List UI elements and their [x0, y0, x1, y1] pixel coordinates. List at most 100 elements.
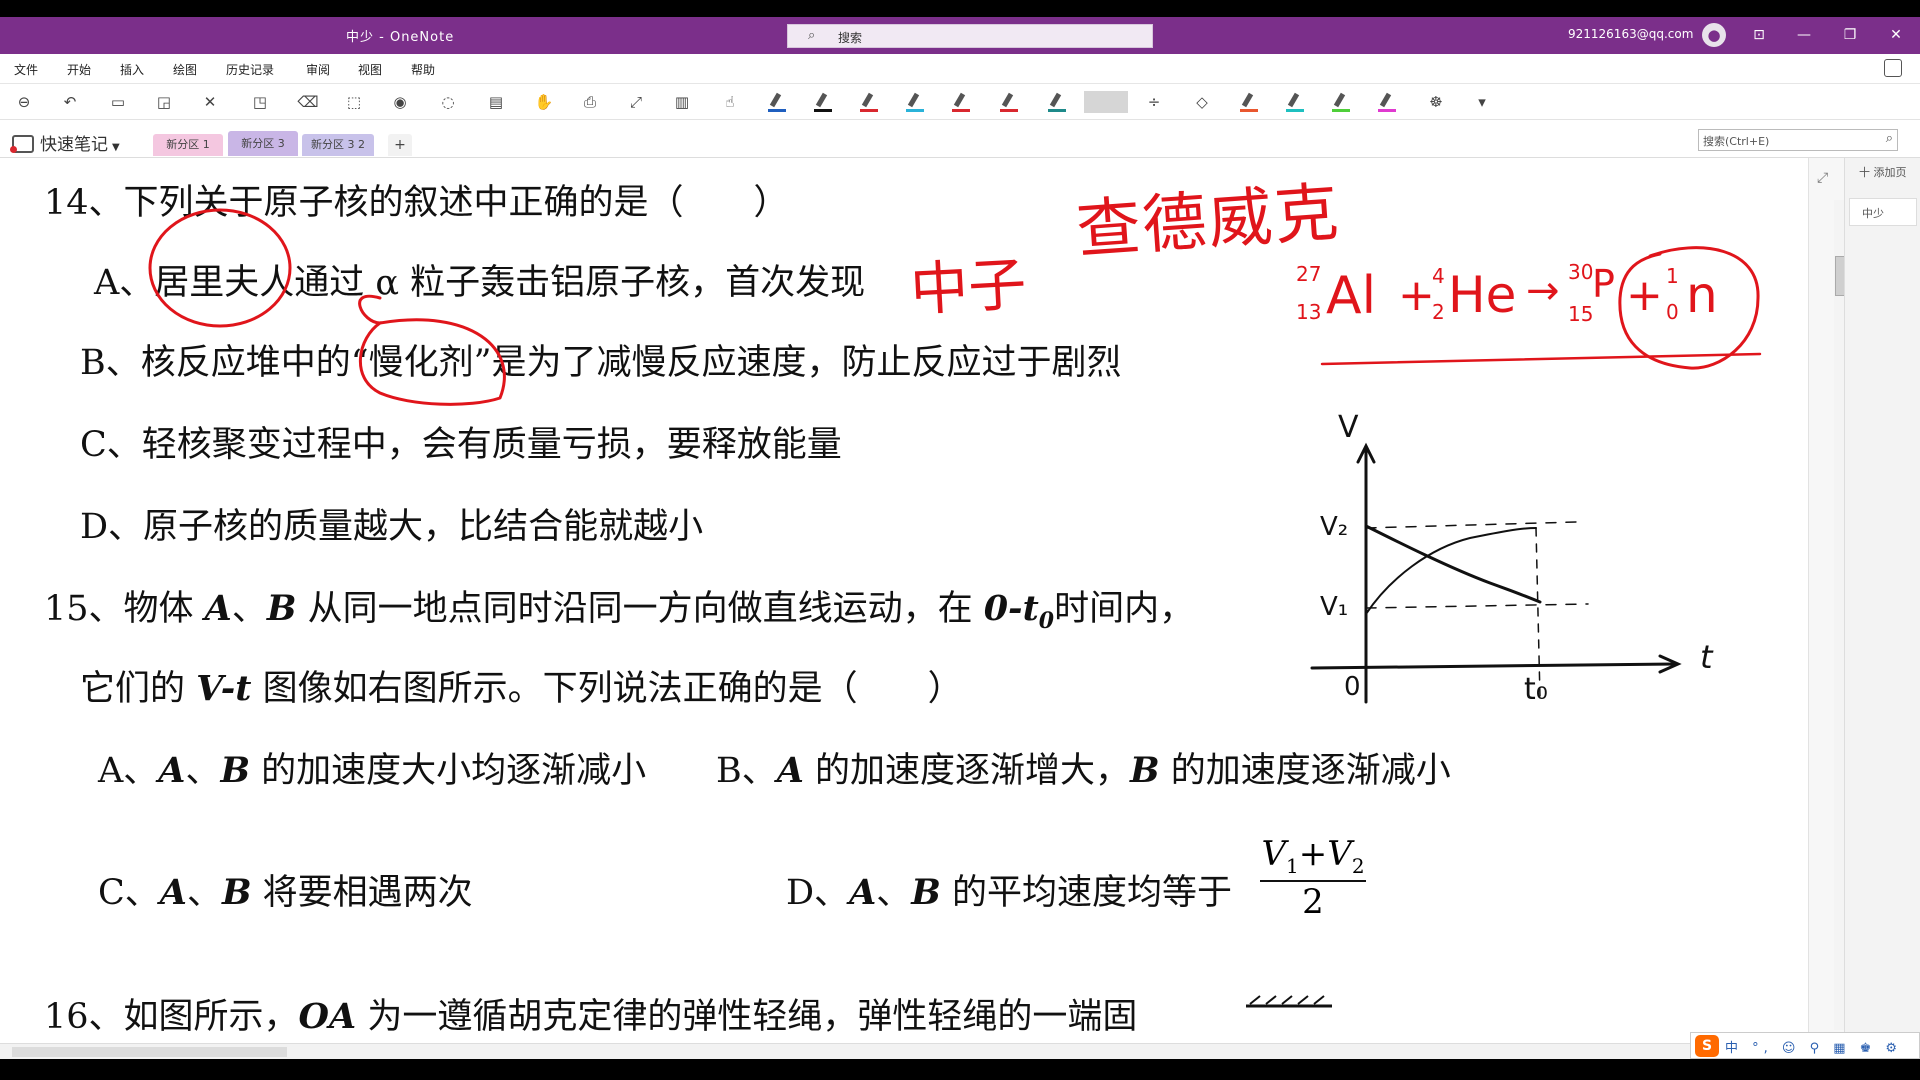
more-icon[interactable]: ▾	[1470, 91, 1494, 113]
draw-toolbar: ⊖ ↶ ▭ ◲ ✕ ◳ ⌫ ⬚ ◉ ◌ ▤ ✋ ⎙ ⤢ ▥ ☝ ÷ ◇ ☸ ▾	[0, 84, 1920, 120]
pen-icon[interactable]	[998, 92, 1020, 113]
touch-icon[interactable]: ☝	[718, 91, 742, 113]
notebook-search-placeholder: 搜索(Ctrl+E)	[1703, 135, 1770, 148]
pen-nib	[1049, 92, 1062, 108]
menu-insert[interactable]: 插入	[120, 61, 144, 78]
pen-color-bar	[768, 109, 786, 112]
menu-bar: 文件 开始 插入 绘图 历史记录 审阅 视图 帮助	[0, 54, 1920, 84]
section-tab-3-2[interactable]: 新分区 3 2	[302, 134, 374, 156]
section-tab-1[interactable]: 新分区 1	[153, 134, 223, 156]
menu-view[interactable]: 视图	[358, 61, 382, 78]
ink-to-shape-icon[interactable]: ⬚	[342, 91, 366, 113]
back-icon[interactable]: ⊖	[12, 91, 36, 113]
pen-icon[interactable]	[766, 92, 788, 113]
pen-icon[interactable]	[950, 92, 972, 113]
notebook-selector[interactable]: 快速笔记 ▼	[10, 130, 120, 155]
search-icon: ⌕	[808, 28, 816, 43]
pen-icon[interactable]	[1376, 92, 1398, 113]
pen-nib	[861, 92, 874, 108]
restore-button[interactable]: ❐	[1836, 23, 1864, 47]
notebook-icon	[10, 135, 34, 153]
pan-icon[interactable]: ✋	[532, 91, 556, 113]
search-icon: ⌕	[1885, 131, 1893, 146]
minimize-button[interactable]: —	[1790, 23, 1818, 47]
pages-panel: 十 添加页 中少	[1844, 158, 1920, 1043]
replay-icon[interactable]: ▥	[670, 91, 694, 113]
pen-color-bar	[814, 109, 832, 112]
pen-nib	[769, 92, 782, 108]
ruler-icon[interactable]: ▤	[484, 91, 508, 113]
menu-history[interactable]: 历史记录	[226, 61, 274, 78]
pen-icon[interactable]	[1330, 92, 1352, 113]
graph-dash-v1	[1365, 603, 1589, 609]
pen-icon[interactable]	[858, 92, 880, 113]
pen-color-bar	[1000, 109, 1018, 112]
ribbon-display-button[interactable]: ⊡	[1745, 23, 1773, 47]
ime-items[interactable]: 中 °, ☺ ⚲ ▦ ♚ ⚙	[1725, 1037, 1902, 1056]
highlighter-eraser-icon[interactable]: ◇	[1190, 91, 1214, 113]
avatar[interactable]: ●	[1702, 23, 1726, 47]
page-item[interactable]: 中少	[1849, 198, 1917, 226]
pen-icon[interactable]	[1238, 92, 1260, 113]
menu-help[interactable]: 帮助	[411, 61, 435, 78]
insert-space-icon[interactable]: ÷	[1142, 91, 1166, 113]
graph-dash-v2	[1365, 521, 1577, 529]
add-section-button[interactable]: +	[388, 134, 412, 156]
graph-t0-label: t₀	[1524, 672, 1548, 707]
graph-v2-label: V₂	[1320, 512, 1349, 542]
pen-icon[interactable]	[812, 92, 834, 113]
screen-border	[0, 1059, 1920, 1080]
title-search-placeholder: 搜索	[838, 31, 863, 45]
note-page[interactable]: 14、下列关于原子核的叙述中正确的是（ ） A、居里夫人通过 α 粒子轰击铝原子…	[0, 158, 1808, 1043]
pen-color-bar	[1048, 109, 1066, 112]
menu-home[interactable]: 开始	[67, 61, 91, 78]
shapes-icon[interactable]: ◲	[152, 91, 176, 113]
color-wheel-icon[interactable]: ◉	[388, 91, 412, 113]
pen-nib	[1333, 92, 1346, 108]
math-icon[interactable]: ⤢	[624, 91, 648, 113]
account-email[interactable]: 921126163@qq.com	[1568, 27, 1693, 41]
sticky-notes-icon[interactable]	[1884, 59, 1902, 77]
undo-icon[interactable]: ↶	[58, 91, 82, 113]
pen-color-bar	[1286, 109, 1304, 112]
graph-curve-b	[1365, 527, 1537, 615]
pen-color-bar	[1378, 109, 1396, 112]
menu-review[interactable]: 审阅	[306, 61, 330, 78]
pen-nib	[815, 92, 828, 108]
lasso-icon[interactable]: ◳	[248, 91, 272, 113]
ime-toolbar[interactable]: S 中 °, ☺ ⚲ ▦ ♚ ⚙	[1690, 1032, 1920, 1059]
notebook-name: 快速笔记	[40, 135, 108, 155]
pen-color-bar	[1240, 109, 1258, 112]
pen-icon[interactable]	[1046, 92, 1068, 113]
add-page-button[interactable]: 十 添加页	[1859, 164, 1907, 180]
selected-pen-slot[interactable]	[1084, 91, 1128, 113]
graph-origin-label: 0	[1344, 672, 1361, 702]
graph-v1-label: V₁	[1320, 592, 1349, 622]
title-bar: 中少 - OneNote ⌕ 搜索 921126163@qq.com ● ⊡ —…	[0, 17, 1920, 54]
palette-icon[interactable]: ☸	[1424, 91, 1448, 113]
horizontal-scrollbar[interactable]	[0, 1043, 1690, 1059]
ime-logo-icon[interactable]: S	[1695, 1035, 1719, 1057]
eraser-icon[interactable]: ⌫	[296, 91, 320, 113]
graph-curve-a	[1364, 524, 1542, 604]
graph-t-label: t	[1700, 638, 1713, 676]
pen-color-bar	[952, 109, 970, 112]
pen-nib	[1379, 92, 1392, 108]
ink-to-text-icon[interactable]: ⎙	[578, 91, 602, 113]
notebook-search-input[interactable]: 搜索(Ctrl+E) ⌕	[1698, 129, 1898, 151]
pen-color-bar	[906, 109, 924, 112]
pen-icon[interactable]	[1284, 92, 1306, 113]
add-space-icon[interactable]: ◌	[436, 91, 460, 113]
horizontal-scroll-thumb[interactable]	[12, 1047, 287, 1057]
close-shape-icon[interactable]: ✕	[198, 91, 222, 113]
close-button[interactable]: ✕	[1882, 23, 1910, 47]
pen-icon[interactable]	[904, 92, 926, 113]
menu-file[interactable]: 文件	[14, 61, 38, 78]
section-tab-3[interactable]: 新分区 3	[228, 131, 298, 156]
type-icon[interactable]: ▭	[106, 91, 130, 113]
menu-draw[interactable]: 绘图	[173, 61, 197, 78]
pen-color-bar	[860, 109, 878, 112]
expand-icon[interactable]: ⤢	[1817, 170, 1828, 186]
section-tabs-bar: 快速笔记 ▼ 新分区 1 新分区 3 新分区 3 2 + 搜索(Ctrl+E) ⌕	[0, 120, 1920, 158]
title-search-box[interactable]: ⌕ 搜索	[787, 24, 1153, 48]
